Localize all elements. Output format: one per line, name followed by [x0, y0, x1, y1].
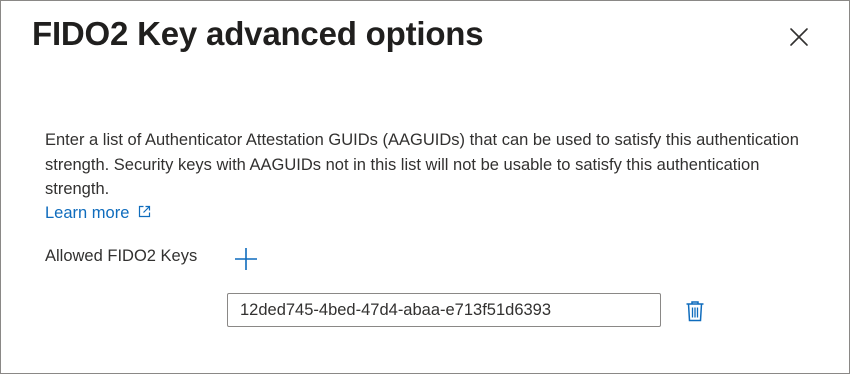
delete-icon — [686, 301, 704, 322]
delete-key-button[interactable] — [685, 300, 705, 322]
aaguid-input[interactable] — [227, 293, 661, 327]
add-icon — [235, 248, 257, 270]
close-icon — [790, 28, 808, 46]
add-key-button[interactable] — [233, 247, 259, 271]
dialog-panel: FIDO2 Key advanced options Enter a list … — [0, 0, 850, 374]
description-text: Enter a list of Authenticator Attestatio… — [45, 131, 799, 198]
dialog-title: FIDO2 Key advanced options — [32, 15, 484, 52]
learn-more-label: Learn more — [45, 204, 130, 222]
external-link-icon — [138, 204, 151, 223]
learn-more-link[interactable]: Learn more — [45, 204, 151, 223]
close-button[interactable] — [786, 24, 812, 50]
allowed-keys-label: Allowed FIDO2 Keys — [45, 247, 198, 265]
